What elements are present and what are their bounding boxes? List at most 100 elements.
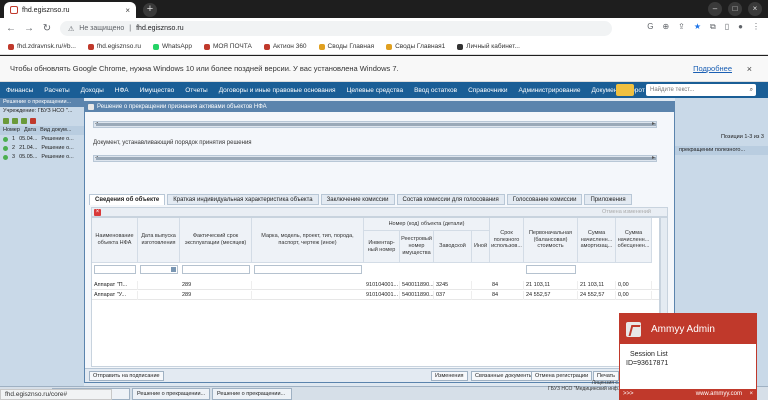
taskbar-item[interactable]: Решение о прекращении... — [212, 388, 292, 400]
edit-icon[interactable] — [12, 118, 18, 124]
ammyy-admin-window[interactable]: Ammyy Admin Session List ID=93617871 >>>… — [619, 313, 757, 400]
new-tab-button[interactable]: + — [143, 3, 157, 17]
tab-commission-conclusion[interactable]: Заключение комиссии — [320, 194, 395, 205]
menu-item[interactable]: Доходы — [81, 87, 104, 94]
extensions-icon[interactable]: ⧉ — [710, 22, 716, 32]
menu-item[interactable]: Справочники — [468, 87, 507, 94]
taskbar-item[interactable]: Решение о прекращении... — [132, 388, 210, 400]
bookmark-star-icon[interactable]: ★ — [694, 22, 701, 32]
filter-input[interactable] — [254, 265, 362, 274]
bookmark-item[interactable]: fhd.egisznso.ru — [87, 43, 141, 50]
ammyy-logo-icon — [626, 321, 641, 337]
url-separator: | — [129, 25, 132, 32]
reload-icon[interactable]: ↻ — [42, 23, 52, 34]
tab-commission-members[interactable]: Состав комиссии для голосования — [396, 194, 505, 205]
delete-row-icon[interactable]: × — [94, 209, 101, 216]
tab-close-icon[interactable]: × — [125, 6, 130, 15]
menu-icon[interactable]: ⋮ — [752, 22, 760, 32]
bookmark-item[interactable]: fhd.zdravnsk.ru/#b... — [8, 43, 76, 50]
menu-item[interactable]: Отчеты — [185, 87, 207, 94]
scroll-right-icon[interactable]: ▸ — [652, 120, 655, 127]
menu-item[interactable]: Имущество — [140, 87, 175, 94]
bookmark-favicon-icon — [87, 43, 94, 50]
bookmark-item[interactable]: Актион 360 — [263, 43, 307, 50]
horizontal-scrollbar[interactable]: ◂ ▸ — [93, 155, 657, 162]
url-field[interactable]: ⚠ Не защищено | fhd.egisznso.ru — [60, 21, 612, 36]
close-window-icon[interactable]: × — [748, 2, 762, 16]
date-filter-input[interactable] — [140, 265, 178, 274]
profile-icon[interactable]: ● — [738, 22, 743, 32]
zoom-icon[interactable]: ⊕ — [662, 22, 669, 32]
cancel-changes-button[interactable]: Отмена изменений — [602, 209, 651, 215]
security-status: Не защищено — [79, 25, 125, 32]
col-header[interactable]: Сумма начисленн... обесценен... — [616, 218, 652, 263]
google-lens-icon[interactable]: G — [647, 22, 653, 32]
tab-short-characteristics[interactable]: Краткая индивидуальная характеристика об… — [167, 194, 319, 205]
search-icon[interactable]: ⌕ — [750, 84, 753, 96]
list-row[interactable]: 2 21.04... Решение о... — [0, 144, 84, 153]
menu-item[interactable]: Администрирование — [518, 87, 580, 94]
col-header[interactable]: Первоначальная (балансовая) стоимость — [524, 218, 578, 263]
cell-initial-cost: 24 552,57 — [524, 291, 578, 300]
back-icon[interactable]: ← — [6, 23, 16, 34]
menu-search-input[interactable]: Найдите текст... ⌕ — [646, 84, 756, 96]
scroll-thumb[interactable] — [96, 157, 656, 160]
ammyy-website-link[interactable]: www.ammyy.com — [696, 389, 742, 399]
forward-icon[interactable]: → — [24, 23, 34, 34]
infobar-close-icon[interactable]: × — [747, 64, 752, 74]
col-header[interactable]: Инвентар-ный номер — [364, 231, 400, 263]
col-header[interactable]: Марка, модель, проект, тип, порода, пасп… — [252, 218, 364, 263]
menu-item[interactable]: Ввод остатков — [414, 87, 457, 94]
more-info-link[interactable]: Подробнее — [693, 64, 732, 73]
col-header[interactable]: Заводской — [434, 231, 472, 263]
session-list-label[interactable]: Session List — [630, 351, 756, 358]
menu-item[interactable]: Целевые средства — [347, 87, 404, 94]
col-header[interactable]: Фактический срок эксплуатации (месяцев) — [180, 218, 252, 263]
bookmark-item[interactable]: Своды Главная1 — [386, 43, 445, 50]
copy-icon[interactable] — [21, 118, 27, 124]
list-row[interactable]: 3 05.05... Решение о... — [0, 153, 84, 162]
horizontal-scrollbar[interactable]: ◂ ▸ — [93, 121, 657, 128]
maximize-icon[interactable]: □ — [728, 2, 742, 16]
menu-item[interactable]: Договоры и иные правовые основания — [219, 87, 336, 94]
delete-icon[interactable] — [30, 118, 36, 124]
bookmark-item[interactable]: МОЯ ПОЧТА — [203, 43, 252, 50]
menu-item[interactable]: Финансы — [6, 87, 33, 94]
menu-item[interactable]: НФА — [115, 87, 129, 94]
filter-input[interactable] — [526, 265, 576, 274]
calendar-icon[interactable] — [171, 267, 176, 272]
bookmark-item[interactable]: WhatsApp — [152, 43, 192, 50]
cancel-registration-button[interactable]: Отмена регистрации — [531, 371, 593, 381]
col-header[interactable]: Дата выпуска изготовления — [138, 218, 180, 263]
ammyy-close-icon[interactable]: × — [749, 389, 753, 399]
minimize-icon[interactable]: – — [708, 2, 722, 16]
bookmark-item[interactable]: Личный кабинет... — [457, 43, 520, 50]
scroll-thumb[interactable] — [96, 123, 656, 126]
changes-button[interactable]: Изменения — [431, 371, 468, 381]
col-header[interactable]: Реестровый номер имущества — [400, 231, 434, 263]
filter-input[interactable] — [182, 265, 250, 274]
org-filter[interactable]: Учреждение: ГБУЗ НСО "... — [0, 107, 84, 116]
scroll-right-icon[interactable]: ▸ — [652, 154, 655, 161]
col-header[interactable]: Срок полезного использов... — [490, 218, 524, 263]
tab-commission-voting[interactable]: Голосование комиссии — [506, 194, 583, 205]
bookmark-item[interactable]: Своды Главная — [318, 43, 374, 50]
col-header[interactable]: Иной — [472, 231, 490, 263]
cell-impairment: 0,00 — [616, 281, 652, 290]
svody-icon — [318, 43, 325, 50]
tab-object-info[interactable]: Сведения об объекте — [89, 194, 166, 205]
ammyy-expand[interactable]: >>> — [623, 391, 634, 397]
browser-tab[interactable]: fhd.egisznso.ru × — [4, 2, 136, 18]
add-icon[interactable] — [3, 118, 9, 124]
sidepanel-icon[interactable]: ▯ — [725, 22, 729, 32]
send-for-signing-button[interactable]: Отправить на подписание — [89, 371, 164, 381]
tab-attachments[interactable]: Приложения — [584, 194, 632, 205]
filter-input[interactable] — [94, 265, 136, 274]
menu-item[interactable]: Расчеты — [44, 87, 69, 94]
share-icon[interactable]: ⇪ — [678, 22, 685, 32]
linked-documents-button[interactable]: Связанные документы — [471, 371, 537, 381]
mail-icon[interactable] — [616, 84, 634, 96]
col-header[interactable]: Наименование объекта НФА — [92, 218, 138, 263]
col-header[interactable]: Сумма начисленн... амортизац... — [578, 218, 616, 263]
list-row[interactable]: 1 05.04... Решение о... — [0, 135, 84, 144]
